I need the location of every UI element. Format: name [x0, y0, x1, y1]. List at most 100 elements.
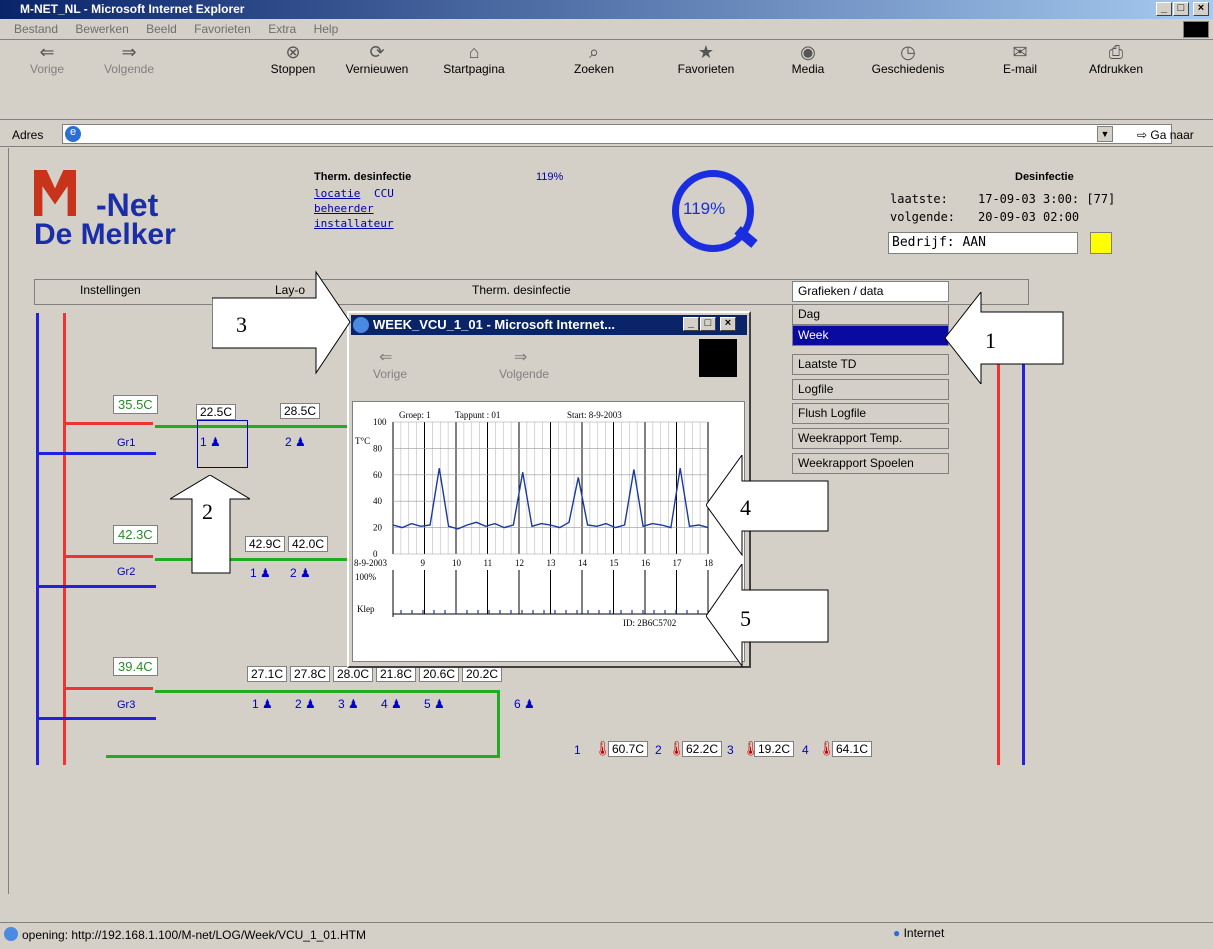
menu-extra[interactable]: Extra: [268, 22, 296, 36]
chart-xtick-label: 10: [452, 558, 462, 568]
gr3-tap1-pump[interactable]: 1 ♟: [252, 697, 273, 711]
chart-xtick-label: 14: [578, 558, 588, 568]
chart-tap-label: Tappunt : 01: [455, 410, 500, 420]
ie-icon: [353, 317, 369, 333]
pipe-gr2-red: [63, 555, 153, 558]
address-input[interactable]: e: [62, 124, 1172, 144]
home-button[interactable]: ⌂ Startpagina: [434, 42, 514, 118]
gr2-tap1-pump[interactable]: 1 ♟: [250, 566, 271, 580]
mail-button[interactable]: ✉ E-mail: [996, 42, 1044, 118]
sensor-1-value: 60.7C: [608, 741, 649, 757]
history-button[interactable]: ◷ Geschiedenis: [865, 42, 951, 118]
page-loading-icon: [4, 927, 18, 941]
print-icon: ⎙: [1108, 42, 1124, 62]
chart-group-label: Groep: 1: [399, 410, 431, 420]
chart-ytick-label: 20: [373, 523, 383, 533]
menu-beeld[interactable]: Beeld: [146, 22, 177, 36]
nav-instellingen[interactable]: Instellingen: [80, 283, 141, 297]
pipe-blue-right: [1022, 355, 1025, 765]
desinfectie-title: Desinfectie: [1015, 171, 1074, 183]
header-percent: 119%: [536, 171, 564, 183]
last-label: laatste:: [890, 192, 948, 206]
pipe-gr3-return-vert: [497, 690, 500, 758]
go-arrow-icon: ⇨: [1137, 128, 1148, 142]
gr3-tap5-pump[interactable]: 5 ♟: [424, 697, 445, 711]
chart-xtick-label: 8-9-2003: [354, 558, 387, 568]
tap-icon: ♟: [262, 697, 273, 711]
pipe-gr2-blue: [36, 585, 156, 588]
next-label: volgende:: [890, 210, 956, 224]
windows-logo-icon: [1183, 21, 1209, 38]
header-title: Therm. desinfectie: [314, 171, 412, 183]
sensor-2-value: 62.2C: [682, 741, 723, 757]
pipe-gr3-green: [155, 690, 500, 693]
svg-text:4: 4: [740, 495, 751, 520]
maximize-button[interactable]: □: [1173, 2, 1189, 16]
sensor-3-value: 19.2C: [754, 741, 795, 757]
dropdown-item-week[interactable]: Week: [792, 325, 949, 346]
back-arrow-icon: ⇐: [39, 42, 55, 62]
svg-text:5: 5: [740, 606, 751, 631]
nav-therm[interactable]: Therm. desinfectie: [472, 283, 571, 297]
menu-help[interactable]: Help: [314, 22, 339, 36]
pipe-gr3-return: [106, 755, 500, 758]
refresh-icon: ⟳: [369, 42, 385, 62]
go-button[interactable]: ⇨ Ga naar: [1137, 128, 1194, 142]
link-beheerder[interactable]: beheerder: [314, 202, 374, 215]
tap-icon: ♟: [434, 697, 445, 711]
dropdown-item-laatste-td[interactable]: Laatste TD: [792, 354, 949, 375]
pipe-gr1-red: [63, 422, 153, 425]
gr3-tap6-pump[interactable]: 6 ♟: [514, 697, 535, 711]
nav-graphs[interactable]: Grafieken / data: [792, 281, 949, 302]
popup-minimize-button[interactable]: _: [683, 317, 699, 331]
close-button[interactable]: ×: [1193, 2, 1209, 16]
gr1-tap1-pump[interactable]: 1 ♟: [200, 435, 221, 449]
menu-bewerken[interactable]: Bewerken: [75, 22, 128, 36]
gr3-tap3-pump[interactable]: 3 ♟: [338, 697, 359, 711]
gr3-tap2-temp: 27.8C: [290, 666, 331, 682]
dropdown-item-logfile[interactable]: Logfile: [792, 379, 949, 400]
refresh-button[interactable]: ⟳ Vernieuwen: [340, 42, 414, 118]
status-indicator: [1090, 232, 1112, 254]
back-button[interactable]: ⇐ Vorige: [22, 42, 72, 118]
link-locatie[interactable]: locatie: [314, 187, 360, 200]
menu-favorieten[interactable]: Favorieten: [194, 22, 251, 36]
popup-close-button[interactable]: ×: [720, 317, 736, 331]
link-installateur[interactable]: installateur: [314, 217, 393, 230]
pipe-red-right: [997, 355, 1000, 765]
chart-klep-pct: 100%: [355, 572, 377, 582]
status-bar: opening: http://192.168.1.100/M-net/LOG/…: [0, 922, 1213, 949]
dropdown-item-flush-logfile[interactable]: Flush Logfile: [792, 403, 949, 424]
media-button[interactable]: ◉ Media: [785, 42, 831, 118]
address-dropdown-icon[interactable]: ▼: [1097, 126, 1113, 142]
popup-back-button[interactable]: Vorige: [373, 367, 407, 381]
pipe-gr3-blue: [36, 717, 156, 720]
menu-bestand[interactable]: Bestand: [14, 22, 58, 36]
gr3-tap5-temp: 20.6C: [419, 666, 460, 682]
gr2-tap2-pump[interactable]: 2 ♟: [290, 566, 311, 580]
forward-button[interactable]: ⇒ Volgende: [94, 42, 164, 118]
callout-2: 2: [168, 474, 252, 575]
dropdown-item-weekrapport-temp[interactable]: Weekrapport Temp.: [792, 428, 949, 449]
minimize-button[interactable]: _: [1156, 2, 1172, 16]
tap-icon: ♟: [305, 697, 316, 711]
stop-button[interactable]: ⊗ Stoppen: [265, 42, 321, 118]
forward-arrow-icon: ⇒: [121, 42, 137, 62]
gr2-tap2-temp: 42.0C: [288, 536, 329, 552]
popup-maximize-button[interactable]: □: [700, 317, 716, 331]
print-button[interactable]: ⎙ Afdrukken: [1081, 42, 1151, 118]
gr1-tap2-pump[interactable]: 2 ♟: [285, 435, 306, 449]
gr3-tap4-pump[interactable]: 4 ♟: [381, 697, 402, 711]
gr3-temp: 39.4C: [113, 657, 158, 676]
gr1-label: Gr1: [117, 437, 136, 449]
home-icon: ⌂: [468, 42, 480, 62]
gr3-tap2-pump[interactable]: 2 ♟: [295, 697, 316, 711]
sensor-2-number: 2: [655, 743, 662, 757]
search-button[interactable]: ⌕ Zoeken: [566, 42, 622, 118]
windows-logo-icon: [699, 339, 737, 377]
popup-forward-button[interactable]: Volgende: [499, 367, 549, 381]
dropdown-item-dag[interactable]: Dag: [792, 304, 949, 325]
chart-xtick-label: 13: [547, 558, 557, 568]
favorites-button[interactable]: ★ Favorieten: [668, 42, 744, 118]
callout-3: 3: [211, 270, 352, 375]
